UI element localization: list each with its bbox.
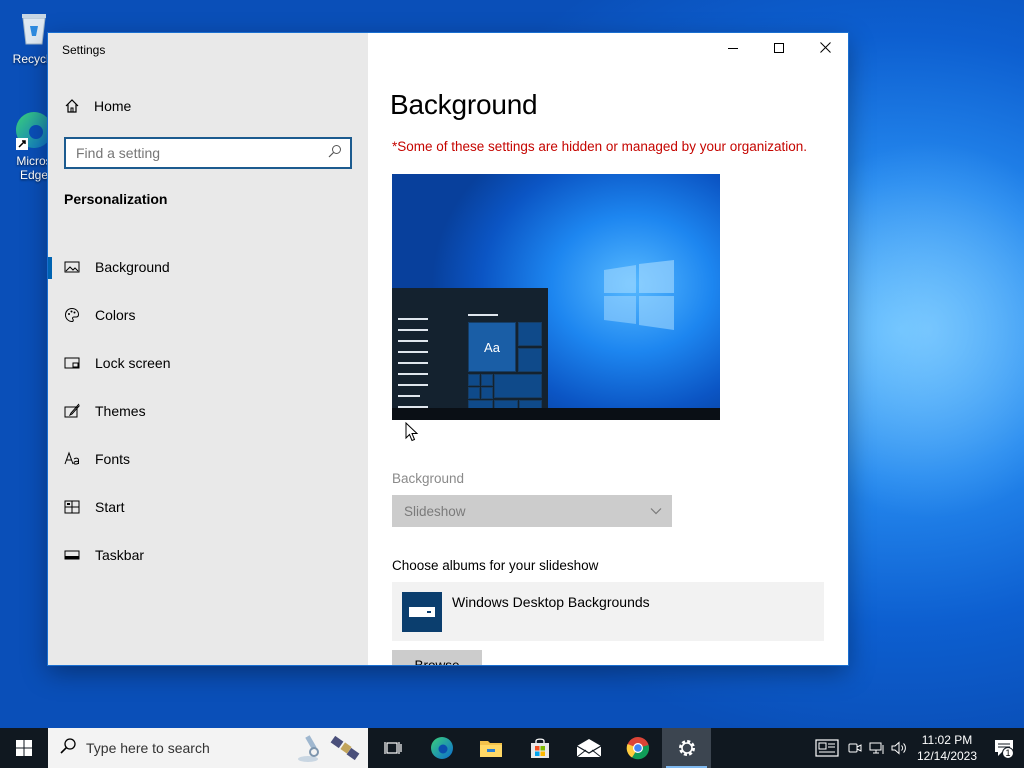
taskbar-icon: [64, 547, 80, 563]
sidebar-item-start[interactable]: Start: [48, 483, 368, 531]
volume-icon: [891, 741, 906, 755]
clock-date: 12/14/2023: [916, 749, 978, 763]
action-center-button[interactable]: 1: [984, 728, 1024, 768]
preview-tiles: Aa: [468, 322, 544, 410]
sidebar-item-label: Background: [95, 259, 170, 275]
edge-icon: [430, 737, 453, 759]
brush-icon: [64, 403, 80, 419]
news-icon: [815, 739, 839, 757]
notification-count-badge: 1: [1002, 747, 1014, 759]
main-content: Background *Some of these settings are h…: [368, 33, 848, 665]
taskbar: Type here to search 11:02 PM 12/14/2023 …: [0, 728, 1024, 768]
sidebar: Settings Home Personalization Background: [48, 33, 368, 665]
preview-start-menu: Aa: [392, 288, 548, 410]
network-icon: [869, 742, 884, 754]
store-icon: [530, 738, 549, 758]
sidebar-item-label: Lock screen: [95, 355, 171, 371]
folder-album-icon: [402, 592, 442, 632]
find-setting-search[interactable]: [64, 137, 352, 169]
sidebar-item-lock-screen[interactable]: Lock screen: [48, 339, 368, 387]
background-label: Background: [392, 471, 465, 486]
palette-icon: [64, 307, 80, 323]
taskbar-search-placeholder: Type here to search: [86, 740, 210, 756]
album-item[interactable]: Windows Desktop Backgrounds: [392, 582, 824, 641]
sidebar-item-label: Themes: [95, 403, 146, 419]
meet-now-icon: [848, 743, 862, 753]
sidebar-item-label: Colors: [95, 307, 136, 323]
album-name: Windows Desktop Backgrounds: [452, 594, 650, 610]
volume-button[interactable]: [888, 728, 910, 768]
sidebar-item-label: Fonts: [95, 451, 131, 467]
sidebar-nav: Background Colors Lock screen Themes Fon…: [48, 243, 368, 579]
browse-button[interactable]: Browse: [392, 650, 482, 665]
taskbar-settings[interactable]: [662, 728, 711, 768]
windows-start-icon: [16, 740, 32, 756]
start-icon: [64, 499, 80, 515]
section-title: Personalization: [64, 191, 168, 207]
page-title: Background: [390, 89, 538, 120]
preview-app-list: [398, 318, 428, 417]
chevron-down-icon: [650, 502, 662, 520]
sidebar-item-colors[interactable]: Colors: [48, 291, 368, 339]
task-view-icon: [383, 742, 402, 754]
background-preview: Aa: [392, 174, 720, 420]
fonts-icon: [64, 451, 80, 467]
windows-logo-wallpaper: [604, 260, 674, 330]
chrome-icon: [626, 737, 649, 760]
clock-time: 11:02 PM: [921, 733, 973, 747]
news-widget-button[interactable]: [810, 728, 844, 768]
taskbar-task-view[interactable]: [368, 728, 417, 768]
preview-sample-text: Aa: [468, 322, 516, 372]
network-button[interactable]: [866, 728, 888, 768]
settings-window: Settings Home Personalization Background: [48, 33, 848, 665]
background-type-dropdown[interactable]: Slideshow: [392, 495, 672, 527]
search-highlight-illustration: [294, 732, 362, 764]
taskbar-edge[interactable]: [417, 728, 466, 768]
search-input[interactable]: [76, 145, 328, 161]
system-tray: 11:02 PM 12/14/2023 1: [810, 728, 1024, 768]
sidebar-item-fonts[interactable]: Fonts: [48, 435, 368, 483]
taskbar-mail[interactable]: [564, 728, 613, 768]
lock-screen-icon: [64, 355, 80, 371]
taskbar-store[interactable]: [515, 728, 564, 768]
home-link[interactable]: Home: [64, 95, 131, 117]
search-icon: [60, 737, 76, 759]
file-explorer-icon: [479, 741, 502, 757]
taskbar-chrome[interactable]: [613, 728, 662, 768]
home-label: Home: [94, 98, 132, 114]
settings-icon: [678, 740, 695, 756]
sidebar-item-label: Taskbar: [95, 547, 145, 563]
mouse-cursor-icon: [405, 421, 419, 447]
microscope-icon: [298, 735, 319, 762]
org-managed-notice: *Some of these settings are hidden or ma…: [392, 139, 808, 154]
meet-now-button[interactable]: [844, 728, 866, 768]
window-title: Settings: [62, 43, 106, 57]
home-icon: [64, 98, 80, 114]
dropdown-value: Slideshow: [404, 503, 466, 519]
sidebar-item-background[interactable]: Background: [48, 243, 368, 291]
taskbar-search-box[interactable]: Type here to search: [48, 728, 368, 768]
start-button[interactable]: [0, 728, 48, 768]
sidebar-item-taskbar[interactable]: Taskbar: [48, 531, 368, 579]
mail-icon: [576, 739, 601, 758]
sidebar-item-label: Start: [95, 499, 125, 515]
taskbar-clock[interactable]: 11:02 PM 12/14/2023: [910, 732, 984, 764]
search-icon[interactable]: [328, 144, 342, 163]
sidebar-item-themes[interactable]: Themes: [48, 387, 368, 435]
albums-label: Choose albums for your slideshow: [392, 558, 599, 573]
preview-taskbar: [392, 408, 720, 420]
satellite-icon: [330, 735, 360, 761]
taskbar-file-explorer[interactable]: [466, 728, 515, 768]
picture-icon: [64, 259, 80, 275]
